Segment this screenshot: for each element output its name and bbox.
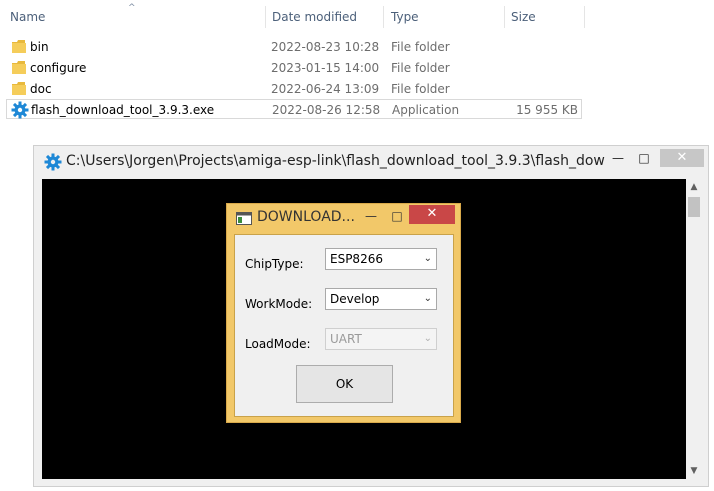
folder-icon: [12, 82, 26, 95]
loadmode-label: LoadMode:: [245, 337, 311, 351]
file-size: [511, 37, 577, 57]
column-name-label: Name: [10, 10, 46, 24]
file-row-flash-download-tool[interactable]: flash_download_tool_3.9.3.exe 2022-08-26…: [6, 99, 582, 119]
workmode-select[interactable]: Develop ⌄: [325, 288, 437, 310]
workmode-value: Develop: [330, 292, 380, 306]
scroll-thumb[interactable]: [688, 197, 700, 217]
console-title: C:\Users\Jorgen\Projects\amiga-esp-link\…: [66, 153, 606, 169]
dialog-body: ChipType: ESP8266 ⌄ WorkMode: Develop ⌄ …: [234, 234, 454, 417]
file-date: 2022-06-24 13:09: [271, 82, 380, 96]
dialog-close-button[interactable]: ✕: [409, 205, 455, 224]
file-date: 2022-08-26 12:58: [272, 103, 381, 117]
ok-label: OK: [335, 377, 354, 391]
chiptype-value: ESP8266: [330, 252, 383, 266]
file-row-configure[interactable]: configure 2023-01-15 14:00 File folder: [6, 58, 582, 78]
file-size: [511, 58, 577, 78]
chiptype-select[interactable]: ESP8266 ⌄: [325, 248, 437, 270]
chevron-down-icon: ⌄: [423, 253, 432, 264]
dialog-minimize-button[interactable]: —: [359, 207, 383, 225]
chevron-down-icon: ⌄: [423, 293, 432, 304]
download-dialog: DOWNLOAD... — □ ✕ ChipType: ESP8266 ⌄ Wo…: [226, 203, 461, 423]
vertical-scrollbar[interactable]: ▲ ▼: [686, 179, 702, 479]
loadmode-select: UART ⌄: [325, 328, 437, 350]
file-name: configure: [30, 61, 87, 75]
console-titlebar[interactable]: C:\Users\Jorgen\Projects\amiga-esp-link\…: [34, 146, 708, 178]
ok-button[interactable]: OK: [296, 365, 393, 403]
column-size-header[interactable]: Size: [505, 6, 585, 28]
folder-icon: [12, 61, 26, 74]
maximize-button[interactable]: □: [630, 149, 658, 167]
file-name: flash_download_tool_3.9.3.exe: [31, 103, 215, 117]
scroll-down-icon[interactable]: ▼: [686, 463, 702, 479]
workmode-label: WorkMode:: [245, 297, 313, 311]
sort-ascending-icon: ^: [128, 3, 136, 13]
column-type-header[interactable]: Type: [385, 6, 505, 28]
application-gear-icon: [44, 153, 62, 171]
chiptype-label: ChipType:: [245, 257, 304, 271]
folder-icon: [12, 40, 26, 53]
chevron-down-icon: ⌄: [423, 333, 432, 344]
file-type: File folder: [391, 82, 450, 96]
file-explorer: Name ^ Date modified Type Size bin 2022-…: [0, 0, 714, 130]
column-header-row: Name ^ Date modified Type Size: [0, 3, 590, 28]
column-size-label: Size: [511, 10, 536, 24]
application-gear-icon: [11, 101, 29, 119]
file-name: doc: [30, 82, 52, 96]
file-date: 2022-08-23 10:28: [271, 40, 380, 54]
loadmode-value: UART: [330, 332, 362, 346]
column-date-header[interactable]: Date modified: [266, 6, 384, 28]
file-type: Application: [392, 103, 460, 117]
file-date: 2023-01-15 14:00: [271, 61, 380, 75]
close-button[interactable]: ✕: [660, 149, 704, 167]
file-size: 15 955 KB: [516, 103, 578, 117]
scroll-up-icon[interactable]: ▲: [686, 179, 702, 195]
file-size: [511, 79, 577, 99]
minimize-button[interactable]: —: [604, 149, 632, 167]
window-app-icon: [236, 212, 252, 225]
column-type-label: Type: [391, 10, 419, 24]
file-row-doc[interactable]: doc 2022-06-24 13:09 File folder: [6, 79, 582, 99]
dialog-maximize-button[interactable]: □: [385, 207, 409, 225]
file-name: bin: [30, 40, 49, 54]
file-type: File folder: [391, 61, 450, 75]
dialog-title: DOWNLOAD...: [257, 209, 355, 225]
file-type: File folder: [391, 40, 450, 54]
file-row-bin[interactable]: bin 2022-08-23 10:28 File folder: [6, 37, 582, 57]
column-date-label: Date modified: [272, 10, 358, 24]
